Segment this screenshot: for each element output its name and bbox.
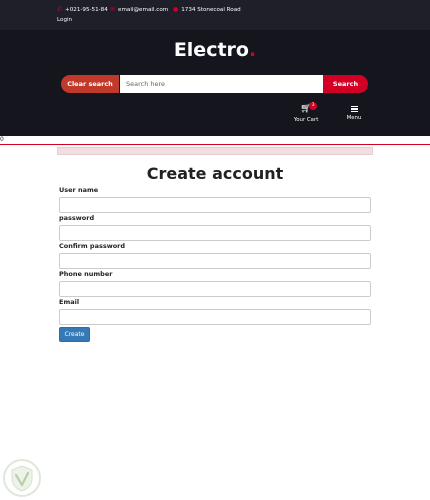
cart-count-badge: 3 <box>309 102 317 110</box>
cart-button[interactable]: 🛒︎ 3 Your Cart <box>290 102 322 123</box>
logo-text: Electro <box>173 39 249 61</box>
top-contact-bar: ✆ +021-95-51-84 ✉ email@email.com ● 1734… <box>0 0 430 30</box>
search-button[interactable]: Search <box>323 75 368 93</box>
header-divider <box>0 144 430 146</box>
menu-label: Menu <box>346 115 362 122</box>
address-text: 1734 Stonecoal Road <box>181 6 241 13</box>
page-title: Create account <box>146 164 284 183</box>
site-logo[interactable]: Electro. <box>0 39 430 61</box>
email-input[interactable] <box>59 309 371 325</box>
contact-email[interactable]: ✉ email@email.com <box>110 6 168 13</box>
create-account-button[interactable]: Create <box>59 327 90 342</box>
watermark-shield-icon <box>3 459 41 497</box>
menu-icon <box>350 105 358 113</box>
confirm-password-label: Confirm password <box>59 242 126 250</box>
contact-address[interactable]: ● 1734 Stonecoal Road <box>173 6 241 13</box>
envelope-icon: ✉ <box>110 6 116 13</box>
phone-icon: ✆ <box>57 6 63 13</box>
map-marker-icon: ● <box>173 6 179 13</box>
menu-button[interactable]: Menu <box>340 104 368 121</box>
confirm-password-input[interactable] <box>59 253 371 269</box>
logo-dot: . <box>248 39 257 61</box>
username-label: User name <box>59 186 99 194</box>
phone-number-input[interactable] <box>59 281 371 297</box>
alert-banner <box>57 147 373 155</box>
email-label: Email <box>59 298 80 306</box>
main-header: Electro. Clear search Search 🛒︎ 3 Your C… <box>0 30 430 136</box>
clear-search-button[interactable]: Clear search <box>61 75 119 93</box>
search-input[interactable] <box>120 75 323 93</box>
cart-icon: 🛒︎ <box>300 104 312 114</box>
cart-label: Your Cart <box>293 117 319 123</box>
login-link[interactable]: Login <box>57 17 72 23</box>
phone-text: +021-95-51-84 <box>65 6 108 13</box>
password-label: password <box>59 214 95 222</box>
email-text: email@email.com <box>118 6 169 13</box>
username-input[interactable] <box>59 197 371 213</box>
stray-text: 0 <box>0 136 4 143</box>
contact-phone[interactable]: ✆ +021-95-51-84 <box>57 6 108 13</box>
phone-number-label: Phone number <box>59 270 113 278</box>
password-input[interactable] <box>59 225 371 241</box>
